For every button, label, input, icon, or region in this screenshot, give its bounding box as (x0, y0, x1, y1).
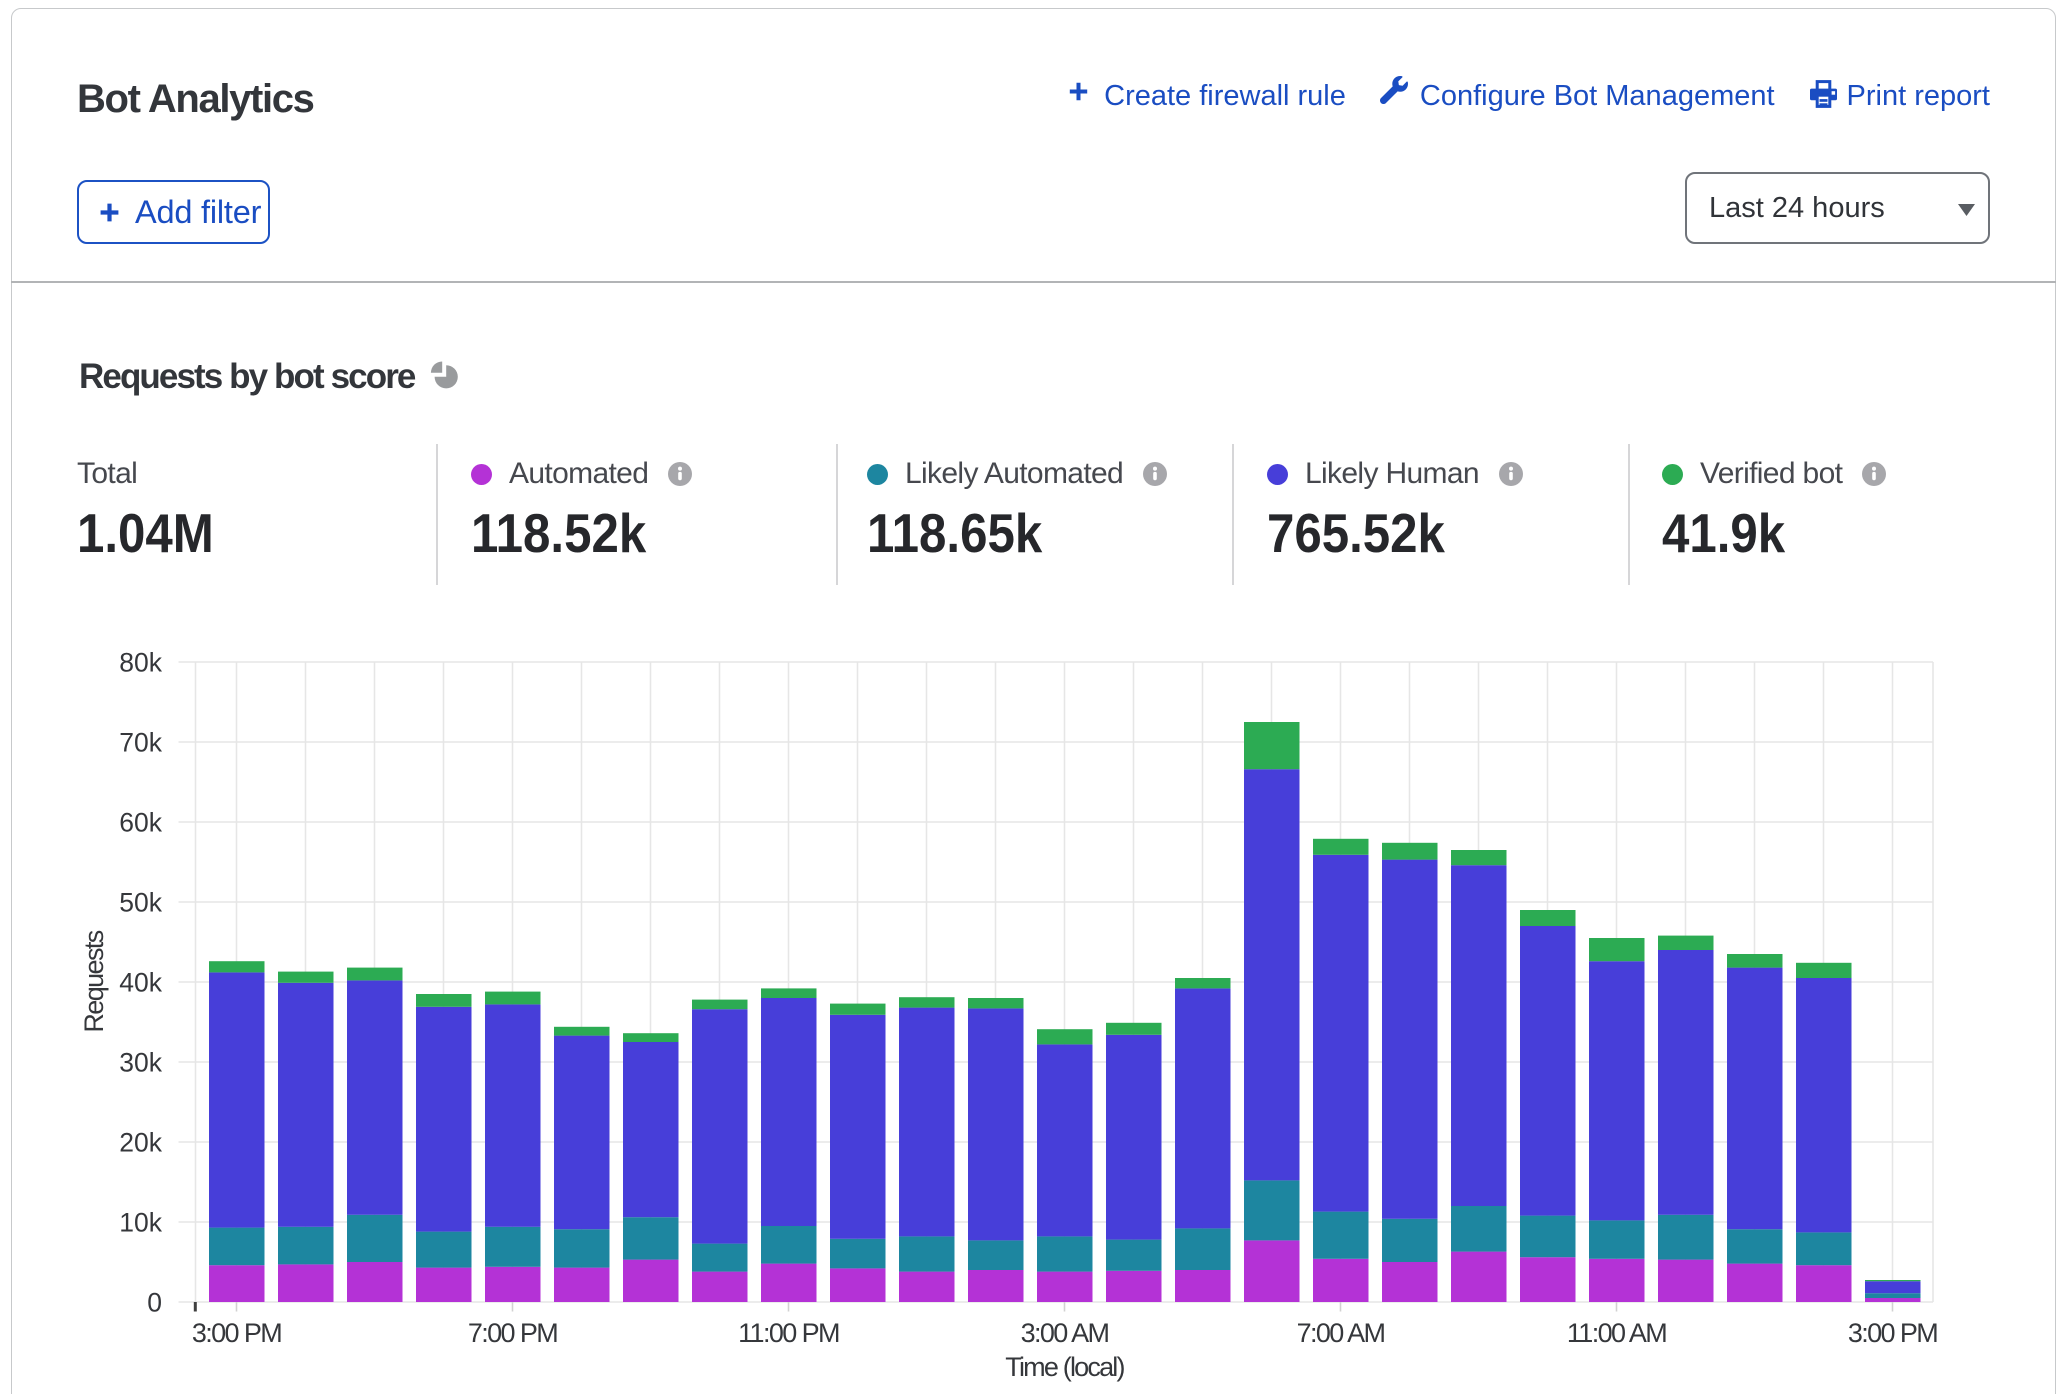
svg-text:80k: 80k (119, 648, 162, 678)
svg-text:3:00 PM: 3:00 PM (192, 1318, 281, 1348)
svg-text:40k: 40k (119, 968, 162, 998)
svg-text:70k: 70k (119, 728, 162, 758)
svg-text:3:00 PM: 3:00 PM (1848, 1318, 1937, 1348)
svg-text:Requests: Requests (79, 930, 109, 1032)
svg-text:7:00 AM: 7:00 AM (1297, 1318, 1385, 1348)
svg-text:30k: 30k (119, 1048, 162, 1078)
svg-text:50k: 50k (119, 888, 162, 918)
svg-text:0: 0 (147, 1288, 162, 1318)
svg-text:Time (local): Time (local) (1005, 1352, 1124, 1382)
svg-text:60k: 60k (119, 808, 162, 838)
svg-text:7:00 PM: 7:00 PM (468, 1318, 557, 1348)
svg-text:20k: 20k (119, 1128, 162, 1158)
svg-text:11:00 AM: 11:00 AM (1567, 1318, 1666, 1348)
svg-text:10k: 10k (119, 1208, 162, 1238)
svg-text:3:00 AM: 3:00 AM (1021, 1318, 1109, 1348)
svg-text:11:00 PM: 11:00 PM (738, 1318, 839, 1348)
